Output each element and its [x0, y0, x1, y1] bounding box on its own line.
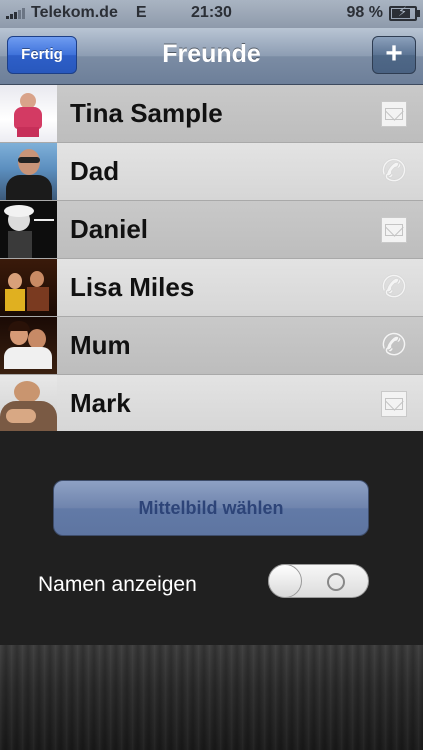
friend-photo: [0, 85, 57, 142]
friend-photo: [0, 259, 57, 316]
list-item[interactable]: Mum ✆: [0, 317, 423, 375]
show-names-label: Namen anzeigen: [38, 573, 197, 596]
toggle-knob[interactable]: [268, 564, 302, 598]
friend-name: Mum: [70, 330, 131, 360]
friend-name: Mark: [70, 388, 131, 418]
toggle-off-icon: [327, 573, 345, 591]
mail-icon[interactable]: [379, 99, 409, 129]
list-item[interactable]: Dad ✆: [0, 143, 423, 201]
phone-icon[interactable]: ✆: [378, 152, 411, 190]
friend-name: Dad: [70, 156, 120, 186]
friend-photo: [0, 317, 57, 374]
choose-center-image-button[interactable]: Mittelbild wählen: [53, 480, 369, 536]
friend-name: Lisa Miles: [70, 272, 195, 302]
list-item[interactable]: Mark: [0, 375, 423, 431]
add-friend-button[interactable]: +: [372, 36, 416, 74]
status-bar: Telekom.de E 21:30 98 % ⚡: [0, 0, 423, 28]
list-item[interactable]: Tina Sample: [0, 85, 423, 143]
friends-list: Tina Sample Dad ✆ Daniel Lisa Miles ✆ Mu…: [0, 85, 423, 431]
battery-percent: 98 %: [346, 4, 383, 21]
friend-photo: [0, 143, 57, 200]
friend-photo: [0, 201, 57, 258]
mail-icon[interactable]: [379, 215, 409, 245]
navigation-bar: Fertig Freunde +: [0, 28, 423, 85]
battery-icon: ⚡: [389, 4, 420, 21]
phone-icon[interactable]: ✆: [378, 326, 411, 364]
background-texture: [0, 645, 423, 750]
friend-photo: [0, 375, 57, 431]
mail-icon[interactable]: [379, 389, 409, 419]
phone-icon[interactable]: ✆: [378, 268, 411, 306]
friend-name: Tina Sample: [70, 98, 223, 128]
list-item[interactable]: Daniel: [0, 201, 423, 259]
status-right: 98 % ⚡: [346, 4, 420, 22]
friend-name: Daniel: [70, 214, 149, 244]
list-item[interactable]: Lisa Miles ✆: [0, 259, 423, 317]
show-names-toggle[interactable]: [268, 564, 369, 598]
page-title: Freunde: [162, 40, 261, 68]
settings-panel: Mittelbild wählen Namen anzeigen: [0, 431, 423, 645]
